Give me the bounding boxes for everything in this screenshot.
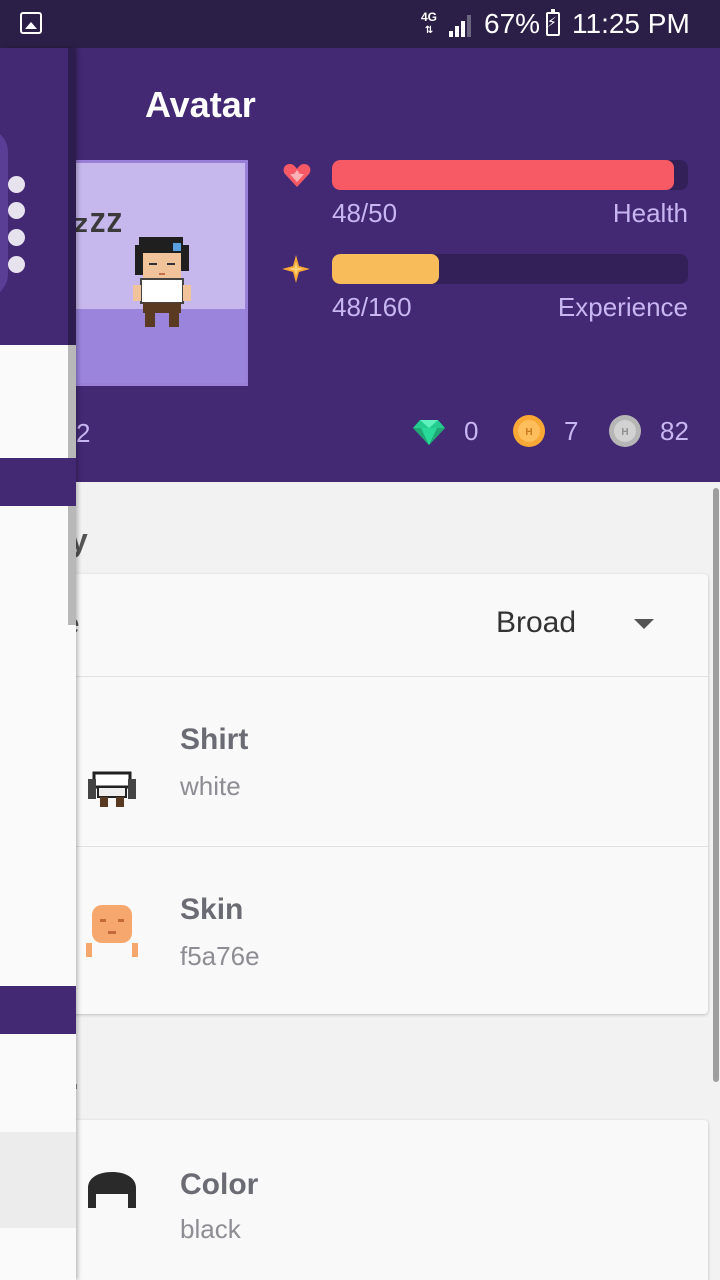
navigation-drawer (0, 48, 76, 1280)
hair-color-item[interactable]: Color black (60, 1120, 708, 1280)
health-label: Health (612, 198, 688, 228)
skin-item[interactable]: Skin f5a76e (60, 846, 708, 1014)
hair-color-title: Color (180, 1168, 259, 1201)
drawer-section-band (0, 986, 76, 1034)
battery-icon (546, 9, 560, 36)
shirt-title: Shirt (180, 723, 249, 756)
gold-value: 7 (564, 415, 579, 446)
sleeping-indicator: zZZ (73, 209, 123, 239)
drawer-dot (8, 202, 25, 219)
health-value: 48/50 (332, 198, 398, 228)
drawer-dot (8, 229, 25, 246)
body-size-select[interactable]: e Broad (60, 574, 708, 676)
body-size-value: Broad (496, 606, 577, 639)
hair-customization-card: Color black (60, 1120, 708, 1280)
experience-bar-fill (332, 254, 439, 284)
shirt-item[interactable]: Shirt white (60, 676, 708, 846)
body-customization-card: e Broad Shirt white Skin f5a76e (60, 574, 708, 1014)
health-bar (332, 160, 688, 190)
network-type: 4G ⇅ (421, 10, 438, 36)
dropdown-arrow-icon (634, 619, 654, 629)
silver-coin-icon: H (609, 415, 641, 447)
drawer-section-band (0, 458, 76, 506)
gems-counter[interactable]: 0 (412, 414, 478, 448)
skin-value: f5a76e (180, 941, 260, 971)
hair-color-value: black (180, 1214, 241, 1244)
gems-value: 0 (464, 415, 479, 446)
hourglass-counter[interactable]: H 82 (608, 414, 689, 448)
gold-counter[interactable]: H 7 (512, 414, 578, 448)
status-bar: 4G⇅ 67% 11:25 PM (0, 0, 720, 48)
shirt-icon (88, 771, 136, 807)
svg-text:H: H (621, 427, 628, 438)
avatar-preview[interactable]: zZZ (56, 160, 248, 386)
clock: 11:25 PM (572, 8, 690, 39)
drawer-header-edge (68, 48, 76, 345)
hair-icon (88, 1172, 136, 1208)
shirt-value: white (180, 771, 241, 801)
level-indicator: 2 (76, 418, 91, 448)
signal-icon (449, 15, 471, 37)
gold-coin-icon: H (513, 415, 545, 447)
svg-text:H: H (525, 427, 532, 438)
drawer-avatar[interactable] (0, 128, 8, 298)
gallery-icon (20, 12, 42, 34)
experience-value: 48/160 (332, 292, 412, 322)
skin-icon (86, 905, 138, 957)
avatar-sprite (133, 237, 191, 327)
heart-icon (283, 164, 311, 187)
drawer-dot (8, 256, 25, 273)
drawer-dot (8, 176, 25, 193)
health-bar-fill (332, 160, 674, 190)
skin-title: Skin (180, 893, 244, 926)
star-icon (282, 255, 310, 283)
page-title: Avatar (145, 84, 256, 125)
drawer-item-selected[interactable] (0, 1132, 76, 1228)
experience-label: Experience (557, 292, 688, 322)
battery-percent: 67% (484, 8, 541, 39)
content-scrollbar[interactable] (713, 488, 719, 1082)
avatar-header: Avatar zZZ 48/50 Health 48/160 Experienc… (0, 48, 720, 482)
hourglass-value: 82 (660, 415, 689, 446)
experience-bar (332, 254, 688, 284)
gem-icon (413, 420, 445, 445)
drawer-header (0, 48, 76, 345)
